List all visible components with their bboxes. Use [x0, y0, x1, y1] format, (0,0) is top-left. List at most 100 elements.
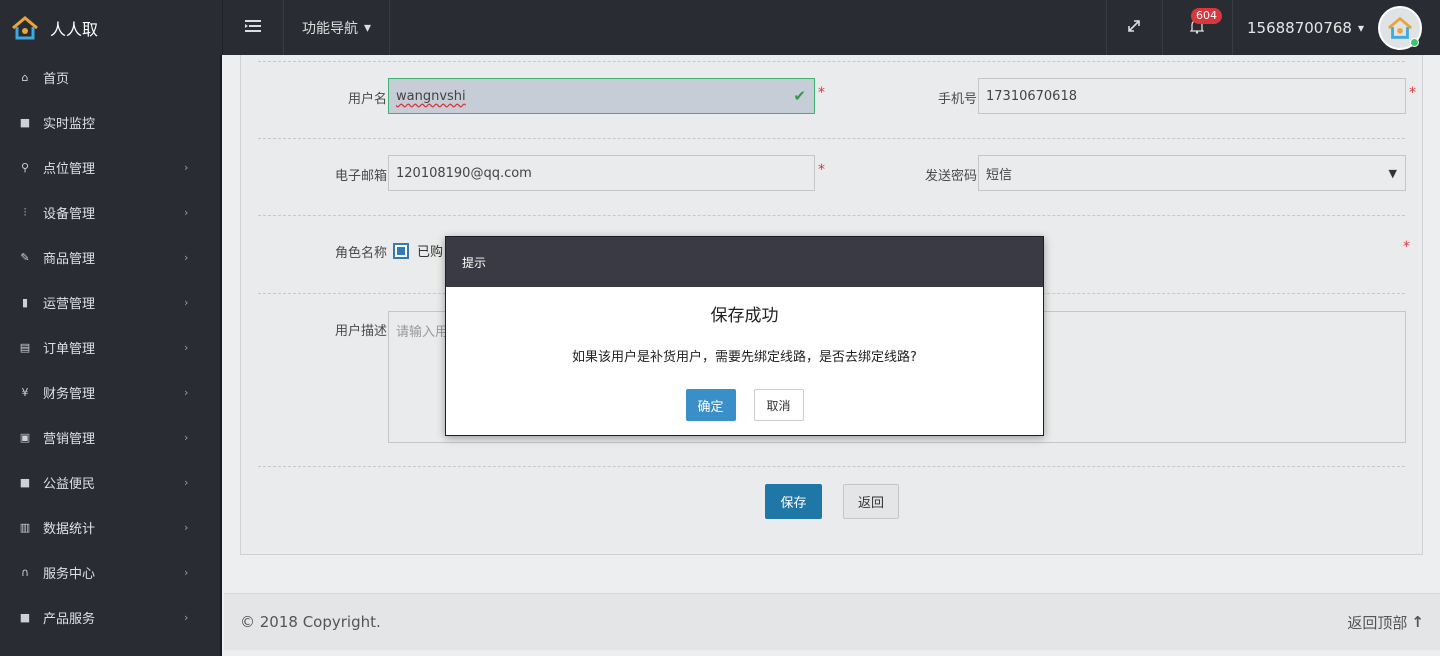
phone-value: 17310670618 [986, 88, 1077, 104]
chevron-right-icon: › [184, 476, 189, 489]
notifications-button[interactable]: 604 [1161, 0, 1232, 55]
sidebar-item[interactable]: ∩ 服务中心 › [0, 550, 220, 595]
chevron-right-icon: › [184, 521, 189, 534]
copyright: © 2018 Copyright. [240, 613, 381, 631]
avatar[interactable] [1378, 5, 1422, 50]
email-field[interactable]: 120108190@qq.com [388, 155, 815, 191]
phone-field[interactable]: 17310670618 [978, 78, 1406, 114]
description-label: 用户描述 [334, 324, 387, 339]
back-button[interactable]: 返回 [843, 484, 899, 519]
sidebar-item-label: 财务管理 [43, 387, 96, 402]
required-mark: * [818, 162, 825, 178]
required-mark: * [1409, 85, 1416, 101]
save-button[interactable]: 保存 [765, 484, 822, 519]
caret-down-icon: ▾ [364, 19, 372, 36]
sidebar-item-label: 数据统计 [43, 522, 96, 537]
sidebar: ⌂ 首页 ■ 实时监控 ⚲ 点位管理 › ⫶ 设备管理 › ✎ 商品管理 › ▮ 运营管理 › ▤ 订单管理 › ¥ 财… [0, 55, 222, 656]
function-nav-dropdown[interactable]: 功能导航 ▾ [284, 0, 391, 55]
username-value: wangnvshi [396, 88, 466, 104]
chevron-right-icon: › [184, 566, 189, 579]
send-password-value: 短信 [986, 167, 1013, 183]
sidebar-item[interactable]: ⫶ 设备管理 › [0, 190, 220, 235]
footer: © 2018 Copyright. 返回顶部 ↑ [224, 593, 1440, 650]
headset-icon: ∩ [20, 566, 30, 579]
user-phone: 15688700768 [1246, 18, 1352, 37]
sidebar-item[interactable]: ■ 公益便民 › [0, 460, 220, 505]
divider [258, 215, 1405, 216]
arrow-up-icon: ↑ [1411, 613, 1424, 631]
square-icon: ■ [19, 611, 31, 624]
video-icon: ■ [19, 116, 31, 129]
back-to-top-label: 返回顶部 [1347, 613, 1408, 632]
role-checkbox[interactable] [393, 242, 409, 259]
confirm-dialog: 提示 保存成功 如果该用户是补货用户，需要先绑定线路，是否去绑定线路? 确定 取… [445, 236, 1044, 436]
role-label: 角色名称 [334, 246, 387, 261]
chevron-right-icon: › [184, 341, 189, 354]
square-icon: ■ [19, 476, 31, 489]
sidebar-item[interactable]: ■ 实时监控 [0, 100, 220, 145]
chevron-right-icon: › [184, 431, 189, 444]
chevron-right-icon: › [184, 251, 189, 264]
sidebar-item[interactable]: ⌂ 首页 [0, 55, 220, 100]
edit-icon: ✎ [20, 251, 30, 264]
sidebar-item-label: 点位管理 [43, 162, 96, 177]
username-label: 用户名 [347, 92, 387, 107]
sidebar-item[interactable]: ▤ 订单管理 › [0, 325, 220, 370]
dialog-title: 保存成功 [710, 306, 779, 326]
sidebar-item[interactable]: ■ 产品服务 › [0, 595, 220, 640]
house-logo-icon [10, 15, 40, 41]
dialog-actions: 确定 取消 [446, 389, 1043, 421]
send-password-select[interactable]: 短信 ▼ [978, 155, 1406, 191]
top-bar: 人人取 功能导航 ▾ 604 15688700768 ▾ [0, 0, 1440, 55]
sidebar-item[interactable]: ▮ 运营管理 › [0, 280, 220, 325]
chevron-right-icon: › [184, 206, 189, 219]
menu-toggle-button[interactable] [222, 0, 284, 55]
cancel-button[interactable]: 取消 [753, 389, 804, 421]
required-mark: * [818, 85, 825, 101]
dialog-header: 提示 [446, 237, 1043, 287]
menu-toggle-icon [245, 19, 261, 36]
description-placeholder: 请输入用 [396, 325, 449, 340]
confirm-button[interactable]: 确定 [685, 389, 736, 421]
chevron-right-icon: › [184, 386, 189, 399]
back-to-top-link[interactable]: 返回顶部 ↑ [1347, 612, 1424, 633]
function-nav-label: 功能导航 [302, 20, 358, 37]
role-option[interactable]: 已购 [393, 241, 443, 260]
dialog-header-title: 提示 [462, 255, 487, 270]
brand-name: 人人取 [50, 19, 99, 39]
chevron-down-icon: ▼ [1388, 166, 1397, 180]
sidebar-item[interactable]: ✎ 商品管理 › [0, 235, 220, 280]
map-marker-icon: ⚲ [20, 161, 30, 174]
phone-label: 手机号 [937, 92, 977, 107]
notification-badge: 604 [1190, 8, 1222, 24]
sliders-icon: ⫶ [23, 205, 27, 219]
divider [258, 466, 1405, 467]
email-value: 120108190@qq.com [396, 165, 532, 181]
online-status-dot [1410, 37, 1419, 47]
sidebar-item-label: 订单管理 [43, 342, 96, 357]
caret-down-icon: ▾ [1357, 20, 1364, 35]
sidebar-item-label: 运营管理 [43, 297, 96, 312]
gift-icon: ▣ [19, 431, 31, 444]
email-label: 电子邮箱 [334, 169, 387, 184]
divider [258, 138, 1405, 139]
list-icon: ▤ [19, 341, 31, 354]
sidebar-item-label: 营销管理 [43, 432, 96, 447]
fullscreen-button[interactable] [1105, 0, 1162, 55]
username-field[interactable]: wangnvshi ✔ [388, 78, 815, 114]
sidebar-item[interactable]: ¥ 财务管理 › [0, 370, 220, 415]
sidebar-item[interactable]: ⚲ 点位管理 › [0, 145, 220, 190]
sidebar-item[interactable]: ▥ 数据统计 › [0, 505, 220, 550]
checkmark-icon: ✔ [793, 87, 806, 105]
sidebar-item-label: 实时监控 [43, 117, 96, 132]
bookmark-icon: ▮ [21, 296, 29, 309]
home-icon: ⌂ [21, 71, 29, 84]
send-password-label: 发送密码 [924, 169, 977, 184]
sidebar-item-label: 首页 [43, 72, 70, 87]
expand-icon [1128, 19, 1141, 36]
user-menu[interactable]: 15688700768 ▾ [1231, 0, 1440, 55]
sidebar-item[interactable]: ▣ 营销管理 › [0, 415, 220, 460]
brand[interactable]: 人人取 [0, 0, 222, 55]
dialog-message: 如果该用户是补货用户，需要先绑定线路，是否去绑定线路? [572, 350, 917, 365]
sidebar-item-label: 服务中心 [43, 567, 96, 582]
